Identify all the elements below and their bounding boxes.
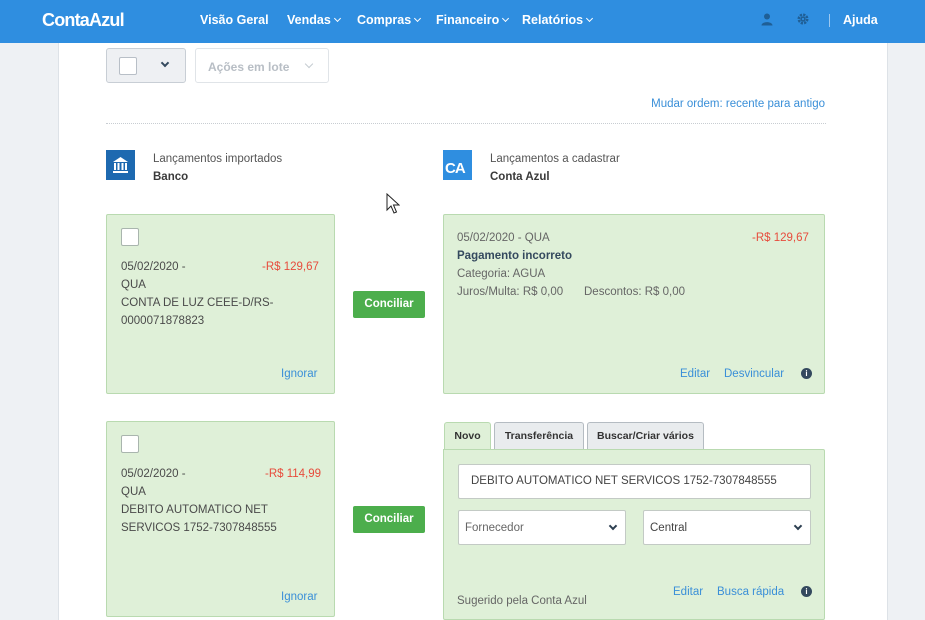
imported-column-header: Lançamentos importados Banco	[153, 153, 282, 183]
nav-financeiro[interactable]: Financeiro	[436, 13, 510, 27]
match-title: Pagamento incorreto	[457, 250, 573, 262]
info-icon[interactable]: i	[801, 586, 812, 597]
edit-link[interactable]: Editar	[673, 586, 703, 598]
new-entry-form: DEBITO AUTOMATICO NET SERVICOS 1752-7307…	[443, 449, 825, 620]
nav-label: Visão Geral	[200, 13, 269, 27]
chevron-down-icon	[304, 59, 314, 69]
transaction-checkbox[interactable]	[121, 435, 139, 453]
chevron-down-icon	[586, 14, 594, 23]
to-register-column-subtitle: Conta Azul	[490, 171, 550, 183]
nav-label: Financeiro	[436, 13, 500, 27]
suggested-note: Sugerido pela Conta Azul	[457, 595, 587, 607]
imported-column-title: Lançamentos importados	[153, 153, 283, 165]
nav-compras[interactable]: Compras	[357, 13, 422, 27]
imported-transaction-card: 05/02/2020 - QUA -R$ 129,67 CONTA DE LUZ…	[106, 214, 335, 394]
user-icon[interactable]	[761, 13, 773, 29]
unlink-link[interactable]: Desvincular	[724, 368, 784, 380]
match-date: 05/02/2020 - QUA	[457, 232, 550, 244]
chevron-down-icon	[502, 14, 510, 23]
nav-label: Compras	[357, 13, 412, 27]
divider	[106, 123, 826, 124]
batch-actions-label: Ações em lote	[208, 60, 290, 74]
transaction-date: 05/02/2020 - QUA	[121, 261, 186, 291]
select-all-checkbox[interactable]	[119, 57, 137, 75]
matched-transaction-card: 05/02/2020 - QUA -R$ 129,67 Pagamento in…	[443, 214, 825, 394]
select-all-dropdown[interactable]	[106, 48, 186, 83]
supplier-select[interactable]: Fornecedor	[458, 510, 626, 545]
transaction-description: CONTA DE LUZ CEEE-D/RS- 0000071878823	[121, 297, 274, 327]
conciliate-button[interactable]: Conciliar	[353, 291, 425, 318]
help-link[interactable]: Ajuda	[843, 13, 878, 27]
nav-label: Relatórios	[522, 13, 584, 27]
transaction-description: DEBITO AUTOMATICO NET SERVICOS 1752-7307…	[121, 504, 277, 534]
chevron-down-icon	[608, 521, 618, 531]
batch-actions-button[interactable]: Ações em lote	[195, 48, 329, 83]
match-interest: Juros/Multa: R$ 0,00	[457, 286, 564, 298]
transaction-amount: -R$ 129,67	[262, 261, 319, 273]
edit-link[interactable]: Editar	[680, 368, 710, 380]
to-register-column-header: Lançamentos a cadastrar Conta Azul	[490, 153, 620, 183]
mouse-cursor-icon	[386, 192, 401, 218]
gear-icon[interactable]	[797, 13, 809, 28]
imported-column-subtitle: Banco	[153, 171, 189, 183]
tab-novo[interactable]: Novo	[444, 422, 491, 451]
quick-search-link[interactable]: Busca rápida	[717, 586, 784, 598]
ignore-link[interactable]: Ignorar	[281, 591, 317, 603]
chevron-down-icon	[333, 14, 341, 23]
supplier-select-placeholder: Fornecedor	[465, 522, 524, 534]
nav-divider	[829, 14, 830, 27]
transaction-amount: -R$ 114,99	[265, 468, 322, 480]
top-navbar: ContaAzul Visão Geral Vendas Compras Fin…	[0, 0, 925, 43]
change-order-link[interactable]: Mudar ordem: recente para antigo	[651, 98, 825, 110]
match-category: Categoria: AGUA	[457, 268, 546, 280]
info-icon[interactable]: i	[801, 368, 812, 379]
conta-azul-icon: CA	[443, 150, 472, 180]
match-discounts: Descontos: R$ 0,00	[584, 286, 686, 298]
chevron-down-icon	[793, 521, 803, 531]
conciliate-button[interactable]: Conciliar	[353, 506, 425, 533]
imported-transaction-card: 05/02/2020 - QUA -R$ 114,99 DEBITO AUTOM…	[106, 421, 335, 617]
chevron-down-icon	[414, 14, 422, 23]
to-register-column-title: Lançamentos a cadastrar	[490, 153, 620, 165]
chevron-down-icon	[160, 58, 170, 68]
nav-relatorios[interactable]: Relatórios	[522, 13, 594, 27]
tab-buscar-criar-varios[interactable]: Buscar/Criar vários	[587, 422, 704, 450]
cost-center-select[interactable]: Central	[643, 510, 811, 545]
cost-center-value: Central	[650, 522, 688, 534]
description-field[interactable]: DEBITO AUTOMATICO NET SERVICOS 1752-7307…	[458, 464, 811, 499]
app-logo[interactable]: ContaAzul	[42, 10, 125, 31]
tab-transferencia[interactable]: Transferência	[494, 422, 584, 450]
transaction-checkbox[interactable]	[121, 228, 139, 246]
ignore-link[interactable]: Ignorar	[281, 368, 317, 380]
nav-visao-geral[interactable]: Visão Geral	[200, 13, 269, 27]
match-amount: -R$ 129,67	[752, 232, 809, 244]
transaction-date: 05/02/2020 - QUA	[121, 468, 186, 498]
nav-vendas[interactable]: Vendas	[287, 13, 341, 27]
nav-label: Vendas	[287, 13, 331, 27]
bank-icon	[106, 150, 135, 180]
